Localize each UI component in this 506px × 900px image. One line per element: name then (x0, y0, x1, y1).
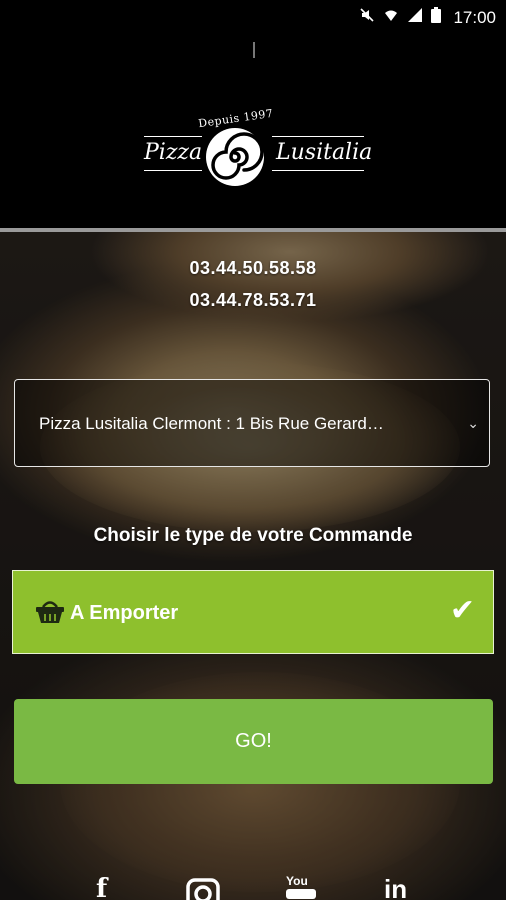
logo-word-pizza: Pizza (144, 140, 203, 165)
chevron-down-icon: ⌄ (467, 415, 479, 431)
linkedin-icon[interactable]: in (384, 874, 407, 900)
swirl-logo-icon (206, 128, 264, 186)
go-button[interactable]: GO! (14, 699, 493, 784)
status-icons: 17:00 (359, 7, 496, 28)
main-content: 03.44.50.58.58 03.44.78.53.71 Pizza Lusi… (0, 232, 506, 900)
store-select-dropdown[interactable]: Pizza Lusitalia Clermont : 1 Bis Rue Ger… (14, 379, 490, 467)
header-divider-mark (253, 42, 255, 58)
youtube-icon[interactable]: You (286, 874, 316, 900)
battery-icon (431, 7, 442, 28)
checkmark-icon: ✔ (449, 594, 475, 627)
facebook-icon[interactable]: f (96, 874, 107, 900)
background-overlay (0, 232, 506, 900)
logo-word-lusitalia: Lusitalia (276, 140, 373, 165)
status-time: 17:00 (453, 7, 496, 27)
phone-number-1[interactable]: 03.44.50.58.58 (0, 258, 506, 279)
basket-icon (36, 601, 64, 623)
mute-icon (359, 7, 375, 28)
app-header: Depuis 1997 Pizza Lusitalia (0, 36, 506, 228)
wifi-icon (383, 7, 399, 28)
order-option-label: A Emporter (70, 602, 179, 624)
order-option-takeaway[interactable]: A Emporter ✔ (12, 570, 494, 654)
brand-logo: Depuis 1997 Pizza Lusitalia (140, 107, 373, 192)
logo-line (272, 170, 364, 171)
instagram-icon[interactable] (186, 874, 220, 900)
logo-line (272, 136, 364, 137)
social-links: f You in (0, 874, 506, 900)
phone-number-2[interactable]: 03.44.78.53.71 (0, 290, 506, 311)
store-select-value: Pizza Lusitalia Clermont : 1 Bis Rue Ger… (39, 414, 384, 433)
logo-line (144, 136, 202, 137)
signal-icon (407, 7, 423, 28)
order-type-title: Choisir le type de votre Commande (93, 525, 413, 546)
status-bar: 17:00 (0, 0, 506, 36)
logo-line (144, 170, 202, 171)
